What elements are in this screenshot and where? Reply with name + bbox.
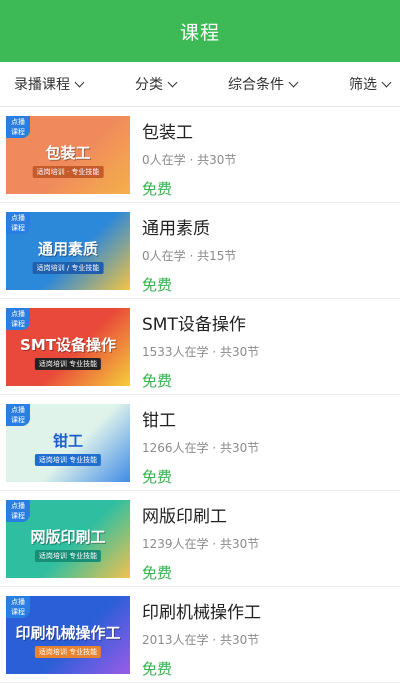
course-thumbnail[interactable]: 点播 课程 包装工 适岗培训 · 专业技能 bbox=[6, 116, 130, 194]
chevron-down-icon bbox=[288, 77, 299, 87]
course-title[interactable]: 通用素质 bbox=[142, 214, 400, 239]
course-price: 免费 bbox=[142, 372, 173, 390]
thumbnail-title: 网版印刷工 bbox=[30, 528, 106, 546]
filter-course-type[interactable]: 录播课程 bbox=[14, 74, 87, 94]
vod-badge: 点播 课程 bbox=[6, 500, 30, 522]
course-meta: 1533人在学 · 共30节 bbox=[142, 345, 260, 359]
course-title[interactable]: SMT设备操作 bbox=[142, 310, 400, 335]
thumbnail-title: 钳工 bbox=[52, 432, 84, 450]
course-list-item[interactable]: 点播 课程 包装工 适岗培训 · 专业技能 包装工 0人在学 · 共30节 免费 bbox=[0, 107, 400, 203]
course-list-item[interactable]: 点播 课程 网版印刷工 适岗培训 专业技能 网版印刷工 1239人在学 · 共3… bbox=[0, 491, 400, 587]
course-list-item[interactable]: 点播 课程 SMT设备操作 适岗培训 专业技能 SMT设备操作 1533人在学 … bbox=[0, 299, 400, 395]
course-price: 免费 bbox=[142, 660, 173, 678]
filter-sort[interactable]: 综合条件 bbox=[228, 74, 301, 94]
chevron-down-icon bbox=[74, 77, 85, 87]
thumbnail-tag: 适岗培训 专业技能 bbox=[34, 453, 102, 466]
course-list: 点播 课程 包装工 适岗培训 · 专业技能 包装工 0人在学 · 共30节 免费… bbox=[0, 107, 400, 683]
filter-screen[interactable]: 筛选 bbox=[349, 74, 394, 94]
course-title[interactable]: 钳工 bbox=[142, 406, 400, 431]
vod-badge: 点播 课程 bbox=[6, 308, 30, 330]
chevron-down-icon bbox=[381, 77, 392, 87]
course-info: 通用素质 0人在学 · 共15节 免费 bbox=[142, 212, 400, 295]
vod-badge: 点播 课程 bbox=[6, 116, 30, 138]
course-thumbnail[interactable]: 点播 课程 钳工 适岗培训 专业技能 bbox=[6, 404, 130, 482]
course-price: 免费 bbox=[142, 468, 173, 486]
filter-label: 筛选 bbox=[349, 77, 377, 93]
thumbnail-tag: 适岗培训 专业技能 bbox=[34, 645, 102, 658]
filter-category[interactable]: 分类 bbox=[135, 74, 180, 94]
chevron-down-icon bbox=[167, 77, 178, 87]
page-title: 课程 bbox=[179, 21, 220, 44]
course-meta: 1239人在学 · 共30节 bbox=[142, 537, 260, 551]
course-info: 包装工 0人在学 · 共30节 免费 bbox=[142, 116, 400, 199]
course-price: 免费 bbox=[142, 180, 173, 198]
thumbnail-tag: 适岗培训 专业技能 bbox=[34, 357, 102, 370]
course-meta: 0人在学 · 共30节 bbox=[142, 153, 237, 167]
course-meta: 0人在学 · 共15节 bbox=[142, 249, 237, 263]
thumbnail-tag: 适岗培训 / 专业技能 bbox=[32, 261, 104, 274]
thumbnail-title: SMT设备操作 bbox=[20, 336, 116, 354]
thumbnail-tag: 适岗培训 专业技能 bbox=[34, 549, 102, 562]
course-list-item[interactable]: 点播 课程 通用素质 适岗培训 / 专业技能 通用素质 0人在学 · 共15节 … bbox=[0, 203, 400, 299]
course-info: 印刷机械操作工 2013人在学 · 共30节 免费 bbox=[142, 596, 400, 679]
thumbnail-title: 印刷机械操作工 bbox=[15, 624, 121, 642]
thumbnail-title: 包装工 bbox=[45, 144, 91, 162]
thumbnail-tag: 适岗培训 · 专业技能 bbox=[32, 165, 104, 178]
vod-badge: 点播 课程 bbox=[6, 596, 30, 618]
course-thumbnail[interactable]: 点播 课程 SMT设备操作 适岗培训 专业技能 bbox=[6, 308, 130, 386]
course-title[interactable]: 包装工 bbox=[142, 118, 400, 143]
filter-label: 分类 bbox=[135, 77, 163, 93]
filter-label: 综合条件 bbox=[228, 77, 284, 93]
filter-bar: 录播课程 分类 综合条件 筛选 bbox=[0, 62, 400, 107]
vod-badge: 点播 课程 bbox=[6, 404, 30, 426]
filter-label: 录播课程 bbox=[14, 77, 70, 93]
course-thumbnail[interactable]: 点播 课程 网版印刷工 适岗培训 专业技能 bbox=[6, 500, 130, 578]
vod-badge: 点播 课程 bbox=[6, 212, 30, 234]
course-list-item[interactable]: 点播 课程 印刷机械操作工 适岗培训 专业技能 印刷机械操作工 2013人在学 … bbox=[0, 587, 400, 683]
course-info: 钳工 1266人在学 · 共30节 免费 bbox=[142, 404, 400, 487]
course-list-item[interactable]: 点播 课程 钳工 适岗培训 专业技能 钳工 1266人在学 · 共30节 免费 bbox=[0, 395, 400, 491]
course-title[interactable]: 印刷机械操作工 bbox=[142, 598, 400, 623]
course-info: 网版印刷工 1239人在学 · 共30节 免费 bbox=[142, 500, 400, 583]
course-title[interactable]: 网版印刷工 bbox=[142, 502, 400, 527]
course-price: 免费 bbox=[142, 564, 173, 582]
course-meta: 2013人在学 · 共30节 bbox=[142, 633, 260, 647]
course-thumbnail[interactable]: 点播 课程 印刷机械操作工 适岗培训 专业技能 bbox=[6, 596, 130, 674]
course-info: SMT设备操作 1533人在学 · 共30节 免费 bbox=[142, 308, 400, 391]
course-meta: 1266人在学 · 共30节 bbox=[142, 441, 260, 455]
top-bar: 课程 bbox=[0, 0, 400, 62]
course-price: 免费 bbox=[142, 276, 173, 294]
thumbnail-title: 通用素质 bbox=[37, 240, 99, 258]
course-thumbnail[interactable]: 点播 课程 通用素质 适岗培训 / 专业技能 bbox=[6, 212, 130, 290]
